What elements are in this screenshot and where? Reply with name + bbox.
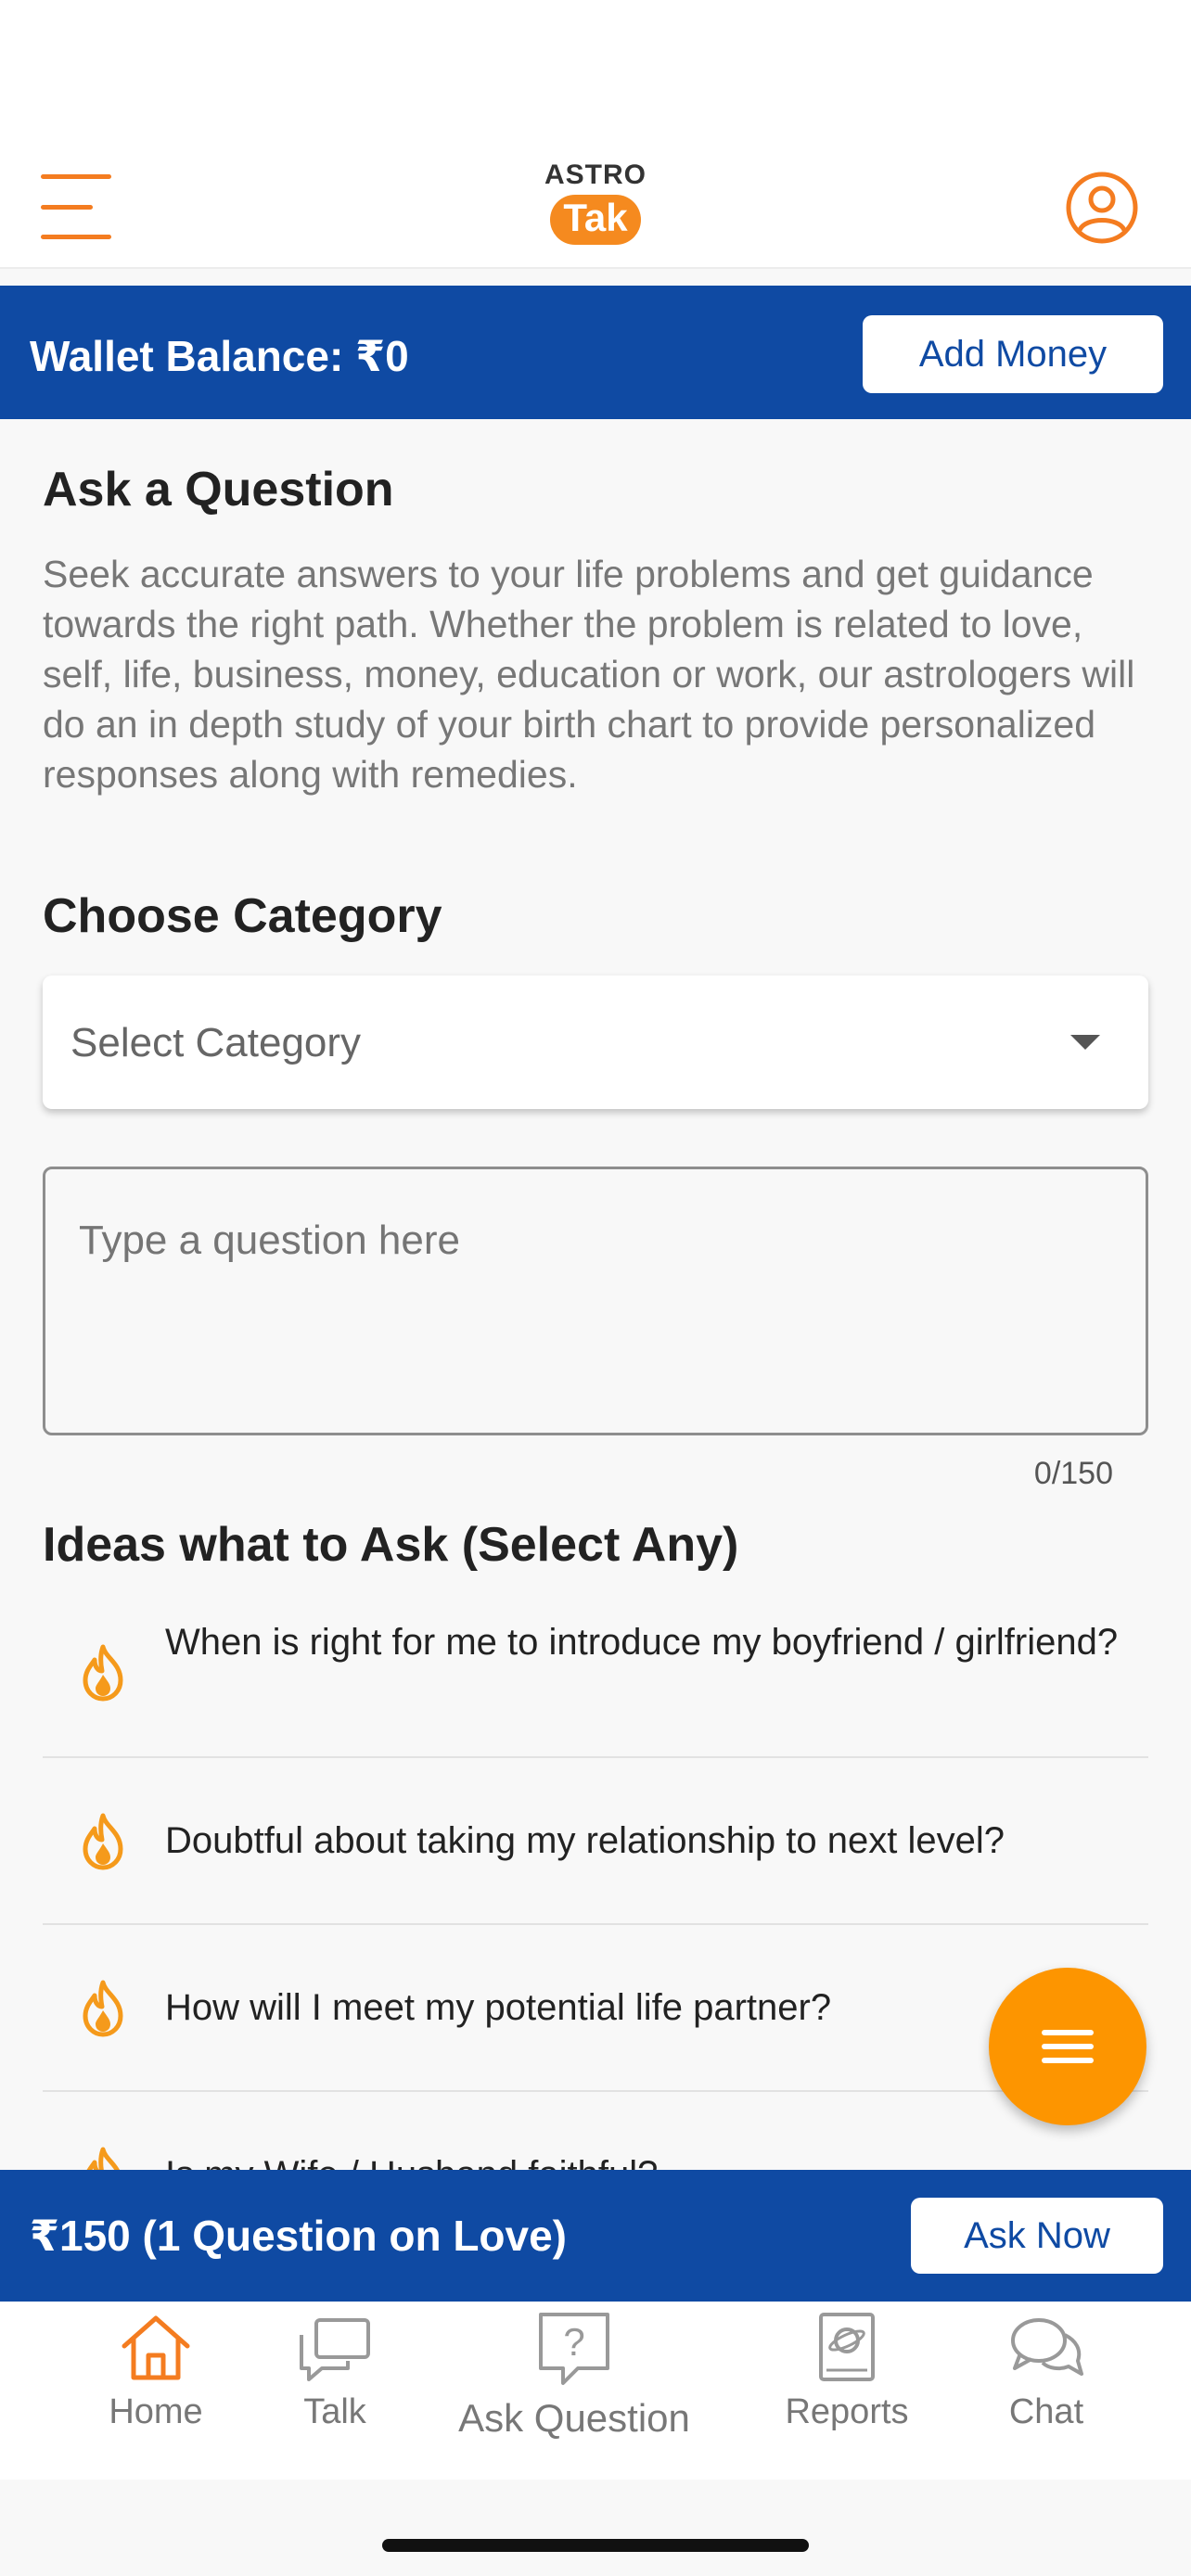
logo-bottom-text: Tak	[550, 195, 641, 245]
nav-label-reports: Reports	[785, 2392, 909, 2431]
wallet-bar: Wallet Balance: ₹0 Add Money	[0, 286, 1191, 419]
add-money-button[interactable]: Add Money	[863, 315, 1163, 393]
section-title-ideas: Ideas what to Ask (Select Any)	[43, 1518, 739, 1572]
main-content[interactable]: Ask a Question Seek accurate answers to …	[0, 419, 1191, 2170]
idea-text: Doubtful about taking my relationship to…	[165, 1820, 1005, 1861]
bottom-navigation: Home Talk ? Ask Question Reports Chat	[0, 2302, 1191, 2480]
flame-icon	[83, 1980, 123, 2037]
flame-icon	[83, 1813, 123, 1870]
reports-icon	[819, 2313, 875, 2381]
ideas-list: When is right for me to introduce my boy…	[43, 1589, 1148, 2170]
logo-top-text: ASTRO	[544, 159, 647, 190]
astrotak-logo: ASTRO Tak	[542, 159, 649, 252]
flame-icon	[83, 1644, 123, 1702]
character-counter: 0/150	[1033, 1456, 1113, 1491]
flame-icon	[86, 2147, 120, 2170]
nav-label-chat: Chat	[1008, 2392, 1084, 2431]
list-menu-icon	[1042, 2030, 1094, 2063]
section-title-category: Choose Category	[43, 889, 442, 943]
idea-item[interactable]: When is right for me to introduce my boy…	[43, 1589, 1148, 1758]
question-price: ₹150 (1 Question on Love)	[30, 2212, 567, 2260]
ask-question-screen: ASTRO Tak Wallet Balance: ₹0 Add Money A…	[0, 0, 1191, 2576]
app-header: ASTRO Tak	[0, 0, 1191, 269]
ask-description: Seek accurate answers to your life probl…	[43, 553, 1135, 796]
caret-down-icon	[1070, 1035, 1100, 1050]
nav-item-reports[interactable]: Reports	[777, 2311, 916, 2432]
idea-item[interactable]: Is my Wife / Husband faithful?	[43, 2092, 1148, 2170]
category-select-value: Select Category	[70, 1020, 362, 1065]
nav-item-home[interactable]: Home	[100, 2311, 211, 2432]
home-icon	[122, 2315, 190, 2380]
home-indicator[interactable]	[382, 2539, 809, 2552]
nav-item-chat[interactable]: Chat	[992, 2311, 1100, 2432]
ask-now-button[interactable]: Ask Now	[911, 2198, 1163, 2274]
nav-label-ask-question: Ask Question	[458, 2396, 690, 2440]
question-input[interactable]	[43, 1167, 1148, 1435]
nav-label-talk: Talk	[303, 2392, 366, 2431]
idea-text: When is right for me to introduce my boy…	[165, 1622, 1119, 1663]
talk-icon	[300, 2318, 370, 2381]
idea-item[interactable]: Doubtful about taking my relationship to…	[43, 1758, 1148, 1925]
menu-icon[interactable]	[41, 174, 111, 239]
idea-item[interactable]: How will I meet my potential life partne…	[43, 1925, 1148, 2092]
ask-question-icon: ?	[539, 2313, 609, 2385]
idea-text: Is my Wife / Husband faithful?	[165, 2151, 1130, 2170]
idea-text: How will I meet my potential life partne…	[165, 1987, 832, 2028]
nav-label-home: Home	[109, 2392, 203, 2431]
category-select[interactable]: Select Category	[43, 976, 1148, 1109]
profile-icon[interactable]	[1065, 171, 1139, 245]
ask-price-bar: ₹150 (1 Question on Love) Ask Now	[0, 2170, 1191, 2302]
wallet-balance: Wallet Balance: ₹0	[30, 332, 409, 380]
chat-icon	[1011, 2318, 1083, 2376]
section-title-ask: Ask a Question	[43, 463, 394, 516]
floating-menu-button[interactable]	[989, 1968, 1146, 2125]
nav-item-ask-question[interactable]: ? Ask Question	[449, 2311, 699, 2441]
nav-item-talk[interactable]: Talk	[284, 2311, 386, 2432]
svg-text:?: ?	[563, 2320, 584, 2364]
